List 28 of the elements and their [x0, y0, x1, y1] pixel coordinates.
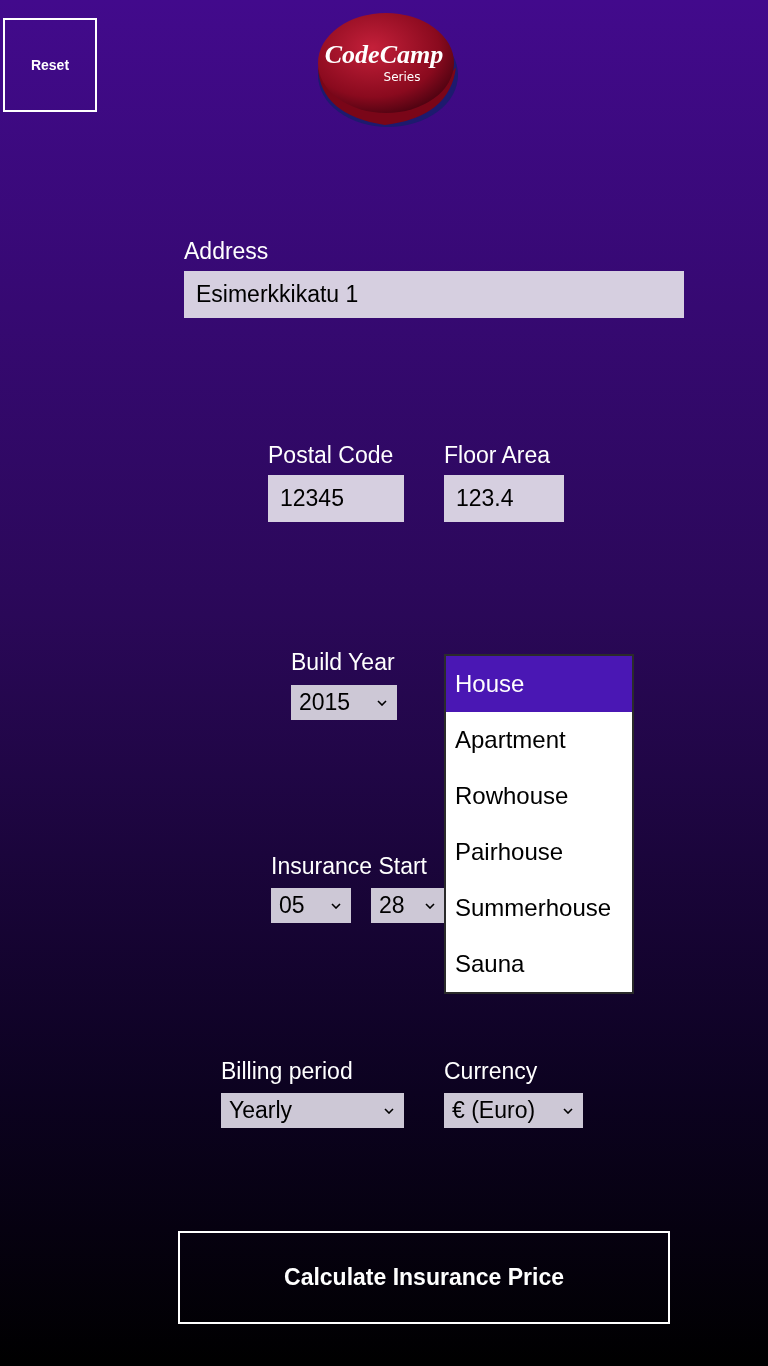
dropdown-option[interactable]: Rowhouse	[446, 768, 632, 824]
calculate-button[interactable]: Calculate Insurance Price	[178, 1231, 670, 1324]
field-label: Billing period	[221, 1057, 354, 1085]
build-year-select[interactable]: 2015	[291, 685, 397, 720]
billing-period-select[interactable]: Yearly	[221, 1093, 404, 1128]
field-label: Postal Code	[268, 441, 395, 469]
floor-area-field[interactable]: 123.4	[444, 475, 564, 522]
month-select[interactable]: 05	[271, 888, 351, 923]
field-label: Currency	[444, 1057, 539, 1085]
chevron-down-icon	[377, 699, 387, 706]
reset-button[interactable]: Reset	[3, 18, 97, 112]
chevron-down-icon	[563, 1107, 573, 1114]
day-select[interactable]: 28	[371, 888, 445, 923]
field-label: Floor Area	[444, 441, 552, 469]
field-label: Build Year	[291, 648, 396, 676]
postal-code-field[interactable]: 12345	[268, 475, 404, 522]
field-label: Insurance Start	[271, 852, 428, 880]
address-field[interactable]: Esimerkkikatu 1	[184, 271, 684, 318]
chevron-down-icon	[331, 902, 341, 909]
field-label: Address	[184, 237, 270, 265]
chevron-down-icon	[384, 1107, 394, 1114]
dropdown-option[interactable]: House	[446, 656, 632, 712]
dropdown-option[interactable]: Apartment	[446, 712, 632, 768]
currency-select[interactable]: € (Euro)	[444, 1093, 583, 1128]
dropdown-option[interactable]: Sauna	[446, 936, 632, 992]
dropdown-option[interactable]: Summerhouse	[446, 880, 632, 936]
chevron-down-icon	[425, 902, 435, 909]
dropdown-option[interactable]: Pairhouse	[446, 824, 632, 880]
